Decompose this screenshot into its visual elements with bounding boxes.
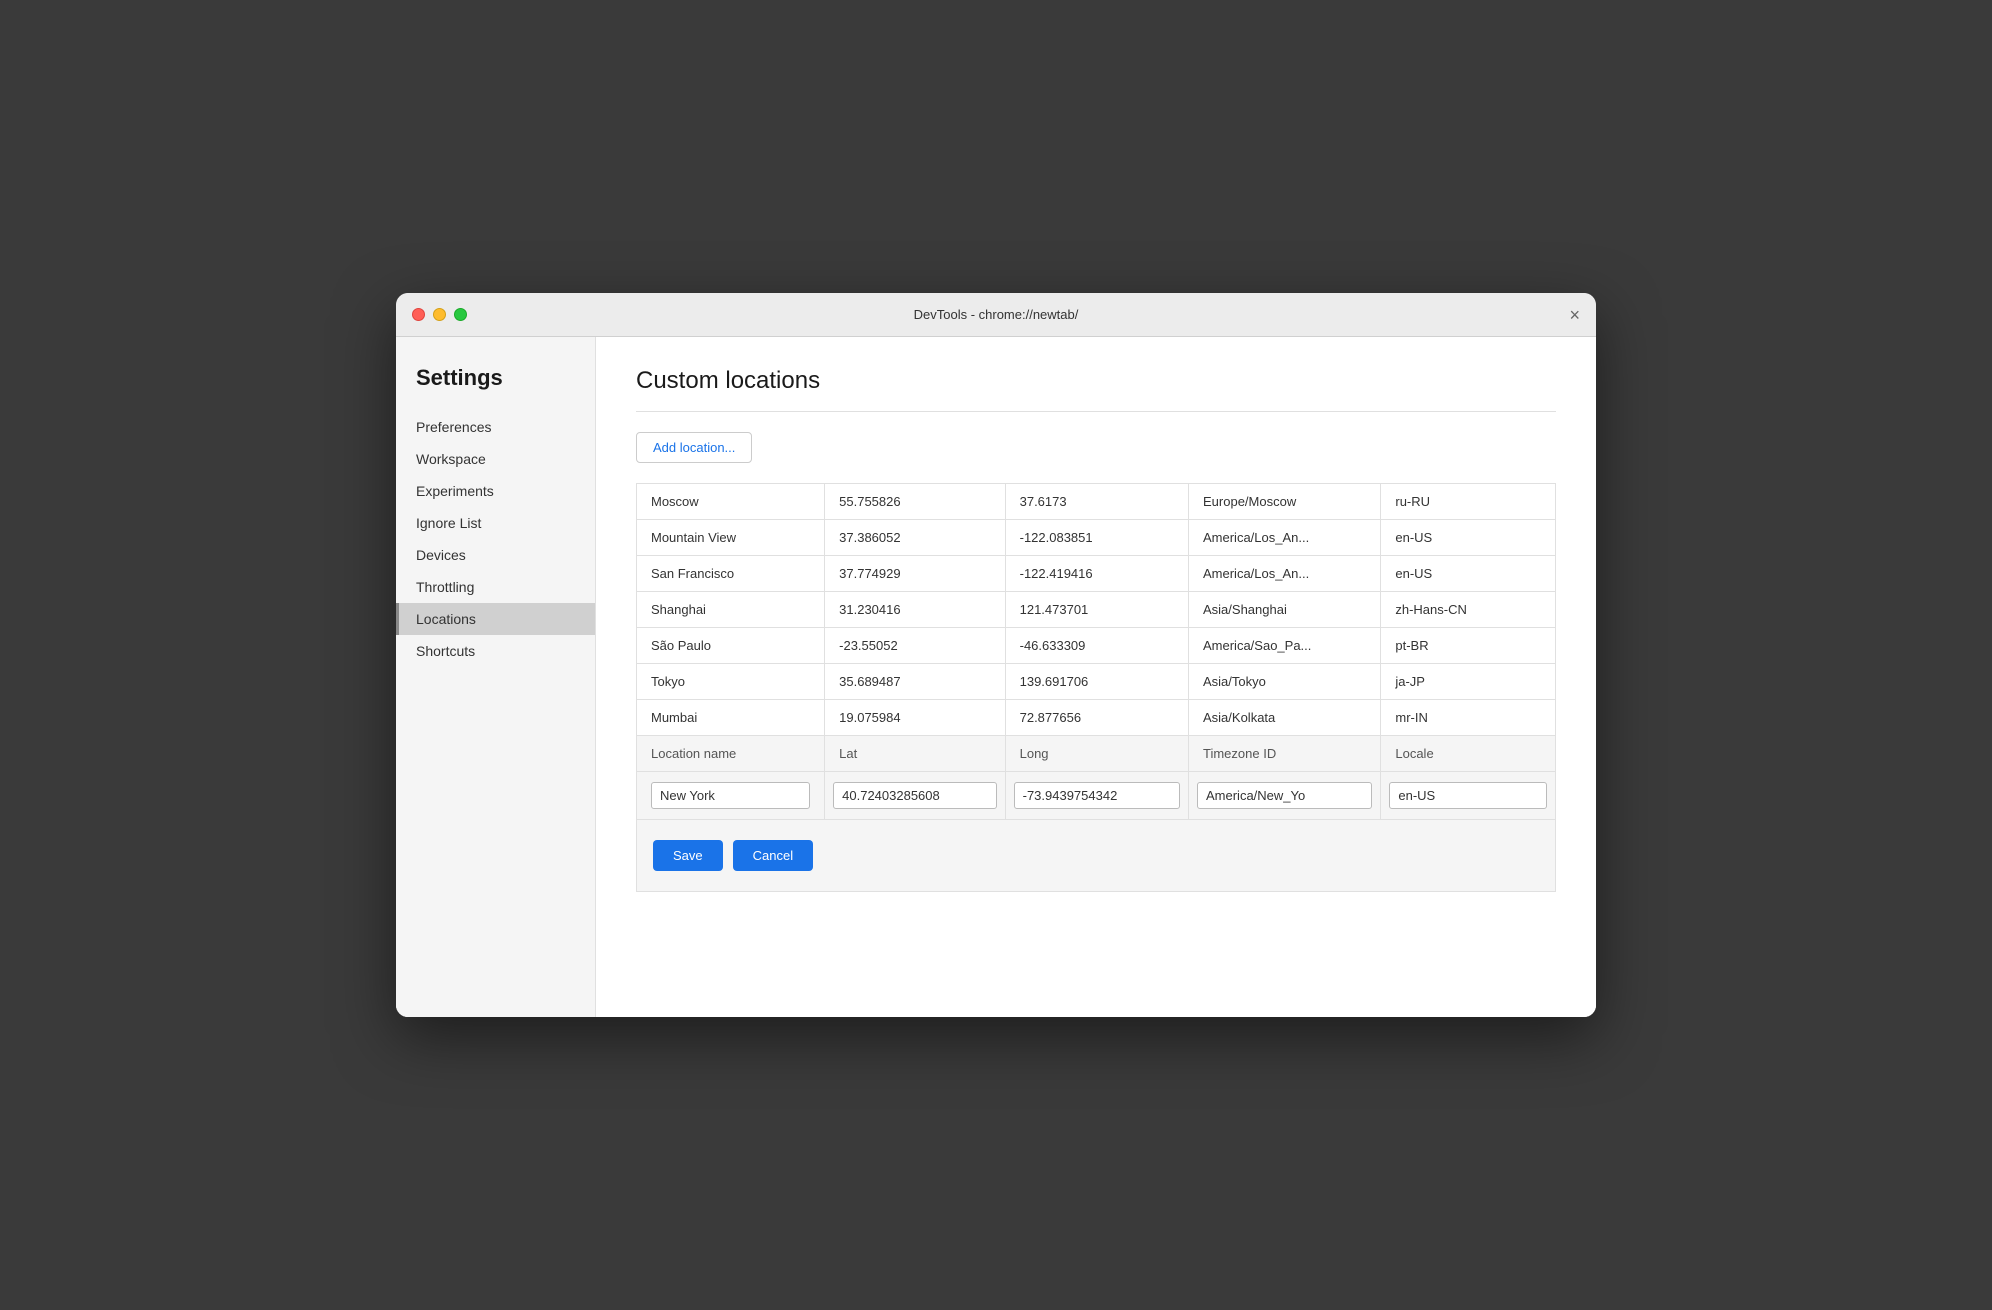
location-timezone-input[interactable] — [1197, 782, 1372, 809]
cell-name: Moscow — [637, 484, 825, 520]
table-header-row: Location name Lat Long Timezone ID Local… — [637, 736, 1556, 772]
content-area: Settings Preferences Workspace Experimen… — [396, 337, 1596, 1017]
sidebar-item-locations[interactable]: Locations — [396, 603, 595, 635]
cell-timezone: America/Los_An... — [1189, 520, 1381, 556]
window-close-button[interactable]: × — [1569, 306, 1580, 324]
cell-timezone: Asia/Tokyo — [1189, 664, 1381, 700]
close-traffic-light[interactable] — [412, 308, 425, 321]
cell-locale: mr-IN — [1381, 700, 1556, 736]
header-timezone: Timezone ID — [1189, 736, 1381, 772]
sidebar-item-experiments[interactable]: Experiments — [396, 475, 595, 507]
maximize-traffic-light[interactable] — [454, 308, 467, 321]
cell-locale: zh-Hans-CN — [1381, 592, 1556, 628]
cell-lat: 19.075984 — [825, 700, 1005, 736]
minimize-traffic-light[interactable] — [433, 308, 446, 321]
titlebar: DevTools - chrome://newtab/ × — [396, 293, 1596, 337]
new-long-cell — [1005, 772, 1188, 820]
cell-long: -122.419416 — [1005, 556, 1188, 592]
cell-lat: 37.386052 — [825, 520, 1005, 556]
table-row: Tokyo 35.689487 139.691706 Asia/Tokyo ja… — [637, 664, 1556, 700]
table-row: São Paulo -23.55052 -46.633309 America/S… — [637, 628, 1556, 664]
cell-timezone: Asia/Kolkata — [1189, 700, 1381, 736]
sidebar-item-throttling[interactable]: Throttling — [396, 571, 595, 603]
page-title: Custom locations — [636, 367, 1556, 395]
cell-lat: 35.689487 — [825, 664, 1005, 700]
table-row: Mountain View 37.386052 -122.083851 Amer… — [637, 520, 1556, 556]
cell-timezone: Asia/Shanghai — [1189, 592, 1381, 628]
header-name: Location name — [637, 736, 825, 772]
action-buttons-cell: Save Cancel — [637, 820, 1556, 892]
action-buttons-row: Save Cancel — [637, 820, 1556, 892]
locations-table: Moscow 55.755826 37.6173 Europe/Moscow r… — [636, 483, 1556, 892]
cell-lat: 31.230416 — [825, 592, 1005, 628]
cell-long: 139.691706 — [1005, 664, 1188, 700]
cell-lat: 55.755826 — [825, 484, 1005, 520]
header-locale: Locale — [1381, 736, 1556, 772]
location-lat-input[interactable] — [833, 782, 996, 809]
sidebar-title: Settings — [396, 357, 595, 411]
location-name-input[interactable] — [651, 782, 810, 809]
cell-locale: ja-JP — [1381, 664, 1556, 700]
new-location-row — [637, 772, 1556, 820]
titlebar-title: DevTools - chrome://newtab/ — [914, 307, 1079, 322]
cell-long: -122.083851 — [1005, 520, 1188, 556]
save-button[interactable]: Save — [653, 840, 723, 871]
new-lat-cell — [825, 772, 1005, 820]
cell-locale: ru-RU — [1381, 484, 1556, 520]
sidebar: Settings Preferences Workspace Experimen… — [396, 337, 596, 1017]
devtools-window: DevTools - chrome://newtab/ × Settings P… — [396, 293, 1596, 1017]
cell-name: San Francisco — [637, 556, 825, 592]
header-lat: Lat — [825, 736, 1005, 772]
cancel-button[interactable]: Cancel — [733, 840, 813, 871]
action-buttons-container: Save Cancel — [645, 832, 1547, 879]
location-long-input[interactable] — [1014, 782, 1180, 809]
cell-long: 72.877656 — [1005, 700, 1188, 736]
table-row: Shanghai 31.230416 121.473701 Asia/Shang… — [637, 592, 1556, 628]
cell-name: Mountain View — [637, 520, 825, 556]
cell-long: 121.473701 — [1005, 592, 1188, 628]
cell-timezone: America/Los_An... — [1189, 556, 1381, 592]
location-locale-input[interactable] — [1389, 782, 1547, 809]
table-row: Mumbai 19.075984 72.877656 Asia/Kolkata … — [637, 700, 1556, 736]
cell-locale: en-US — [1381, 556, 1556, 592]
new-timezone-cell — [1189, 772, 1381, 820]
cell-timezone: America/Sao_Pa... — [1189, 628, 1381, 664]
cell-name: Shanghai — [637, 592, 825, 628]
cell-lat: 37.774929 — [825, 556, 1005, 592]
title-divider — [636, 411, 1556, 412]
add-location-button[interactable]: Add location... — [636, 432, 752, 463]
table-row: Moscow 55.755826 37.6173 Europe/Moscow r… — [637, 484, 1556, 520]
sidebar-item-preferences[interactable]: Preferences — [396, 411, 595, 443]
new-name-cell — [637, 772, 825, 820]
sidebar-item-ignore-list[interactable]: Ignore List — [396, 507, 595, 539]
cell-long: -46.633309 — [1005, 628, 1188, 664]
new-locale-cell — [1381, 772, 1556, 820]
cell-timezone: Europe/Moscow — [1189, 484, 1381, 520]
header-long: Long — [1005, 736, 1188, 772]
cell-name: Mumbai — [637, 700, 825, 736]
cell-locale: pt-BR — [1381, 628, 1556, 664]
sidebar-item-devices[interactable]: Devices — [396, 539, 595, 571]
main-content: Custom locations Add location... Moscow … — [596, 337, 1596, 1017]
cell-name: Tokyo — [637, 664, 825, 700]
cell-name: São Paulo — [637, 628, 825, 664]
cell-lat: -23.55052 — [825, 628, 1005, 664]
cell-long: 37.6173 — [1005, 484, 1188, 520]
cell-locale: en-US — [1381, 520, 1556, 556]
sidebar-item-shortcuts[interactable]: Shortcuts — [396, 635, 595, 667]
table-row: San Francisco 37.774929 -122.419416 Amer… — [637, 556, 1556, 592]
traffic-lights — [412, 308, 467, 321]
sidebar-item-workspace[interactable]: Workspace — [396, 443, 595, 475]
